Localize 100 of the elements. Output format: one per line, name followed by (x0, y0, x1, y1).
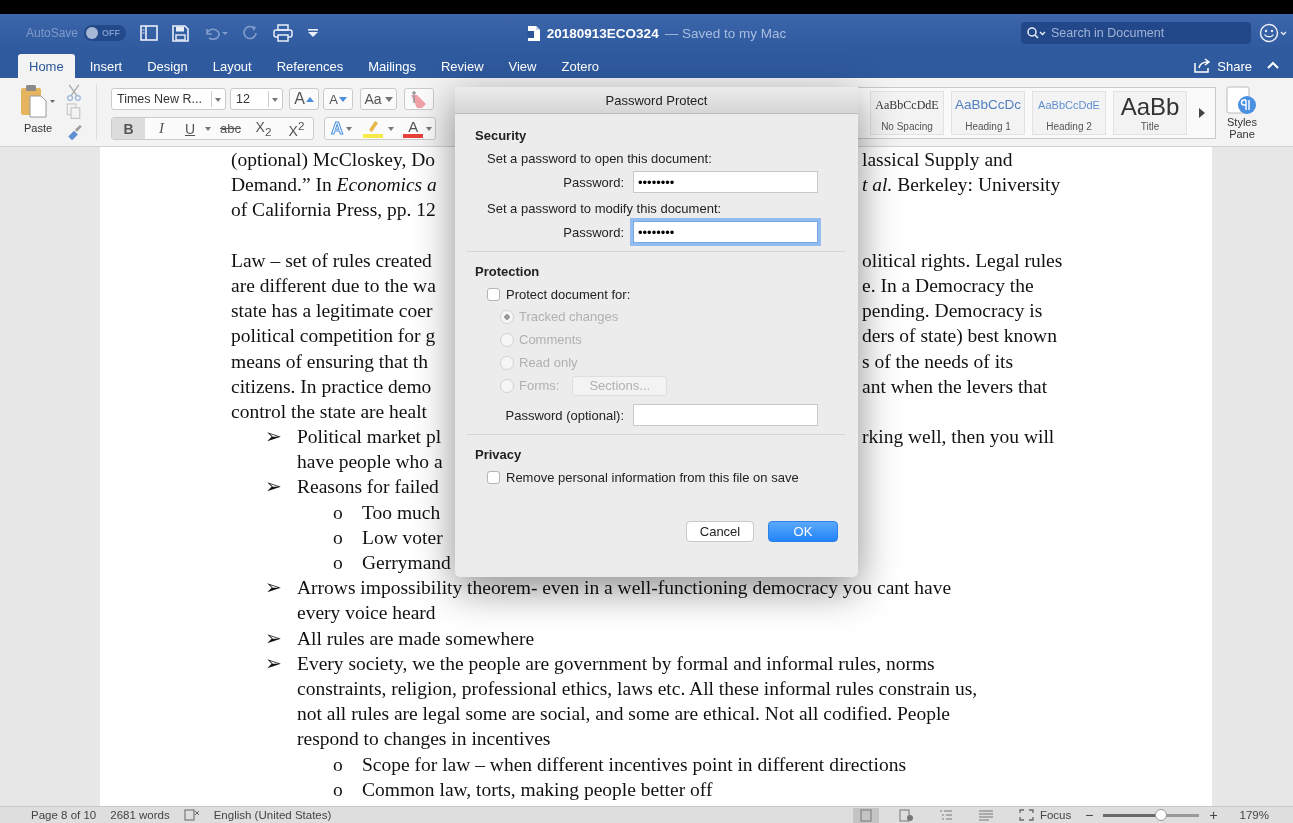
undo-icon[interactable] (203, 26, 230, 40)
style-card[interactable]: AaBbCcDc Heading 1 (951, 91, 1025, 135)
shrink-font-button[interactable]: A (323, 88, 353, 110)
ribbon-tab[interactable]: Mailings (358, 54, 426, 78)
change-case-button[interactable]: Aa (360, 88, 397, 110)
document-text: have people who a (297, 450, 443, 475)
grow-font-button[interactable]: A (289, 88, 319, 110)
radio-label: Read only (519, 355, 578, 370)
customize-caret-icon[interactable] (307, 28, 320, 38)
document-text: olitical rights. Legal rules (862, 249, 1063, 271)
style-card[interactable]: AaBbCcDdE Heading 2 (1032, 91, 1106, 135)
search-field[interactable]: Search in Document (1021, 22, 1251, 44)
password-field[interactable] (633, 404, 818, 426)
focus-icon[interactable] (1018, 809, 1034, 821)
document-text: state has a legitimate coer (231, 299, 433, 324)
language[interactable]: English (United States) (213, 809, 332, 821)
ribbon-tab[interactable]: Layout (202, 54, 262, 78)
view-button[interactable] (852, 807, 879, 823)
ribbon-tab[interactable]: References (266, 54, 354, 78)
ribbon-tab[interactable]: Zotero (551, 54, 610, 78)
field-prompt: Set a password to modify this document: (487, 201, 723, 216)
style-card[interactable]: AaBb Title (1113, 91, 1187, 135)
share-button[interactable]: Share (1217, 54, 1252, 78)
print-icon[interactable] (273, 24, 294, 42)
zoom-out-button[interactable]: − (1085, 807, 1094, 823)
italic-button[interactable]: I (145, 118, 178, 139)
document-icon (526, 24, 541, 42)
list-bullet: o (333, 500, 344, 525)
bold-button[interactable]: B (112, 118, 145, 139)
zoom-level[interactable]: 179% (1239, 809, 1269, 821)
section-heading: Privacy (475, 447, 523, 462)
superscript-button[interactable]: X$^{2}$ (280, 118, 313, 139)
zoom-in-button[interactable]: + (1209, 807, 1218, 823)
section-heading: Protection (475, 264, 541, 279)
styles-pane-button[interactable]: Styles Pane (1222, 86, 1262, 140)
subscript-button[interactable]: X$_{2}$ (247, 118, 280, 139)
radio-label: Tracked changes (519, 309, 619, 324)
list-bullet: ➢ (265, 475, 283, 500)
password-field[interactable]: •••••••• (633, 221, 818, 243)
list-bullet: ➢ (265, 425, 283, 450)
copy-icon[interactable] (66, 103, 82, 121)
underline-button[interactable]: U (178, 118, 202, 139)
save-icon[interactable] (172, 24, 190, 42)
document-text: e. In a Democracy the (862, 274, 1034, 296)
document-text: pending. Democracy is (862, 300, 1043, 322)
document-text: Common law, torts, making people better off (362, 777, 713, 802)
ribbon-tab[interactable]: Design (137, 54, 198, 78)
field-label: Password: (562, 174, 624, 190)
sidebar-icon[interactable] (140, 25, 159, 41)
paste-button[interactable]: Paste (20, 84, 56, 140)
ribbon-tab[interactable]: View (498, 54, 547, 78)
document-text: s of the needs of its (862, 350, 1014, 372)
highlighter-icon[interactable] (361, 118, 386, 139)
document-text: every voice heard (297, 601, 436, 626)
field-label: Password (optional): (504, 407, 624, 423)
collapse-ribbon-icon[interactable] (1267, 61, 1279, 69)
clear-formatting-button[interactable] (404, 88, 434, 110)
style-card[interactable]: AaBbCcDdE No Spacing (870, 91, 944, 135)
ribbon-tab[interactable]: Insert (79, 54, 133, 78)
word-count[interactable]: 2681 words (110, 809, 170, 821)
list-bullet: ➢ (265, 626, 283, 651)
autosave-label: AutoSave (26, 26, 79, 40)
document-text: Law – set of rules created (231, 248, 432, 273)
font-name-dropdown[interactable]: Times New R... (111, 88, 226, 110)
caret-icon (384, 96, 393, 102)
share-icon (1194, 57, 1213, 73)
document-text: means of ensuring that th (231, 349, 429, 374)
scissors-icon[interactable] (66, 84, 82, 102)
document-text: rking well, then you will (862, 426, 1055, 448)
document-text: Demand.” In Economics a (231, 173, 437, 198)
cancel-button[interactable]: Cancel (686, 521, 754, 542)
dialog-title: Password Protect (605, 92, 708, 108)
strike-button[interactable]: abc (214, 118, 247, 139)
list-bullet: o (333, 525, 344, 550)
page-count[interactable]: Page 8 of 10 (31, 809, 97, 821)
redo-icon[interactable] (243, 25, 260, 41)
checkbox-label: Protect document for: (506, 287, 631, 302)
format-painter-icon[interactable] (66, 122, 84, 140)
radio-label: Forms: (519, 378, 560, 393)
next-arrow-icon[interactable] (1198, 107, 1206, 119)
font-color-button[interactable]: A (403, 119, 424, 138)
down-triangle-icon (338, 96, 347, 102)
field-label: Password: (562, 224, 624, 240)
font-size-dropdown[interactable]: 12 (230, 88, 283, 110)
ribbon-tab[interactable]: Home (18, 54, 75, 78)
search-icon (1027, 27, 1047, 39)
password-field[interactable]: •••••••• (633, 171, 818, 193)
proofing-icon[interactable] (183, 809, 200, 821)
draft-view-icon (977, 808, 994, 822)
focus-button[interactable]: Focus (1039, 809, 1072, 821)
ribbon-tab[interactable]: Review (430, 54, 494, 78)
smiley-icon[interactable] (1259, 23, 1287, 43)
document-text: Reasons for failed (297, 475, 439, 500)
checkbox[interactable] (487, 288, 500, 301)
field-prompt: Set a password to open this document: (487, 151, 713, 166)
print-view-icon (857, 808, 874, 822)
checkbox[interactable] (487, 471, 500, 484)
document-text: (optional) McCloskey, Do (231, 148, 435, 172)
clipboard-icon (20, 84, 56, 118)
document-text: ders of state) best known (862, 325, 1057, 347)
